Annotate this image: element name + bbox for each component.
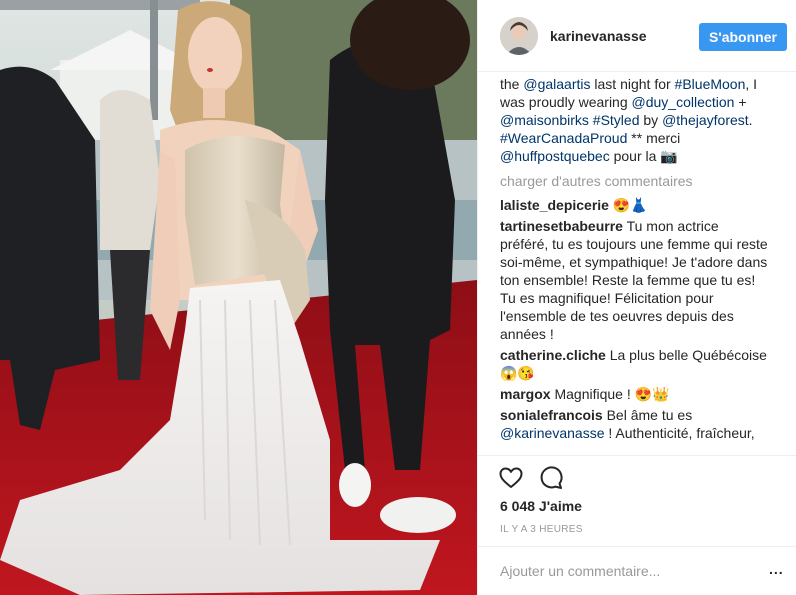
comment-text: 😍👗 [612, 197, 648, 213]
caption-hashtag-bluemoon[interactable]: #BlueMoon [675, 76, 746, 92]
instagram-post: karinevanasse S'abonner the @galaartis l… [0, 0, 796, 595]
caption-hashtag-styled[interactable]: #Styled [593, 112, 640, 128]
load-more-comments-link[interactable]: charger d'autres commentaires [500, 172, 770, 190]
more-options-icon[interactable]: ... [769, 561, 785, 581]
caption-mention-thejayforest[interactable]: @thejayforest [662, 112, 749, 128]
comment-item: sonialefrancois Bel âme tu es @karinevan… [500, 406, 770, 442]
post-actions [478, 455, 796, 491]
heart-icon[interactable] [498, 465, 524, 491]
comment-text: ! Authenticité, fraîcheur, [604, 425, 755, 441]
caption-segment: last night for [590, 76, 675, 92]
comment-item: margox Magnifique ! 😍👑 [500, 385, 770, 403]
caption-segment: . [748, 112, 753, 128]
post-photo[interactable] [0, 0, 477, 595]
caption-mention-huffpostquebec[interactable]: @huffpostquebec [500, 148, 610, 164]
caption-segment: the [500, 76, 524, 92]
follow-button[interactable]: S'abonner [699, 23, 787, 51]
likes-count[interactable]: 6 048 J'aime [500, 498, 582, 514]
post-caption: the @galaartis last night for #BlueMoon,… [500, 75, 770, 165]
caption-mention-galaartis[interactable]: @galaartis [523, 76, 590, 92]
caption-mention-duy-collection[interactable]: @duy_collection [632, 94, 735, 110]
add-comment-input[interactable] [500, 561, 750, 581]
comment-bubble-icon[interactable] [538, 465, 564, 491]
post-side-panel: karinevanasse S'abonner the @galaartis l… [477, 0, 796, 595]
caption-mention-maisonbirks[interactable]: @maisonbirks [500, 112, 589, 128]
comment-username[interactable]: sonialefrancois [500, 407, 603, 423]
post-header: karinevanasse S'abonner [478, 0, 796, 72]
comment-username[interactable]: catherine.cliche [500, 347, 606, 363]
caption-segment: ** merci [627, 130, 681, 146]
comment-item: catherine.cliche La plus belle Québécois… [500, 346, 770, 382]
caption-hashtag-wearcanadaproud[interactable]: #WearCanadaProud [500, 130, 627, 146]
comment-item: tartinesetbabeurre Tu mon actrice préfér… [500, 217, 770, 343]
comment-text: Magnifique ! 😍👑 [554, 386, 670, 402]
caption-segment: by [639, 112, 663, 128]
comment-text: Bel âme tu es [606, 407, 693, 423]
caption-segment: pour la 📷 [609, 148, 678, 164]
add-comment-bar: ... [478, 546, 796, 595]
caption-segment: + [734, 94, 747, 110]
comment-item: laliste_depicerie 😍👗 [500, 196, 770, 214]
comment-text: Tu mon actrice préféré, tu es toujours u… [500, 218, 768, 342]
comments-list[interactable]: the @galaartis last night for #BlueMoon,… [500, 73, 770, 455]
comment-username[interactable]: tartinesetbabeurre [500, 218, 623, 234]
avatar[interactable] [500, 17, 538, 55]
comment-mention[interactable]: @karinevanasse [500, 425, 605, 441]
comment-username[interactable]: margox [500, 386, 551, 402]
username-link[interactable]: karinevanasse [550, 28, 647, 44]
post-timestamp[interactable]: IL Y A 3 HEURES [500, 524, 583, 535]
comment-username[interactable]: laliste_depicerie [500, 197, 609, 213]
